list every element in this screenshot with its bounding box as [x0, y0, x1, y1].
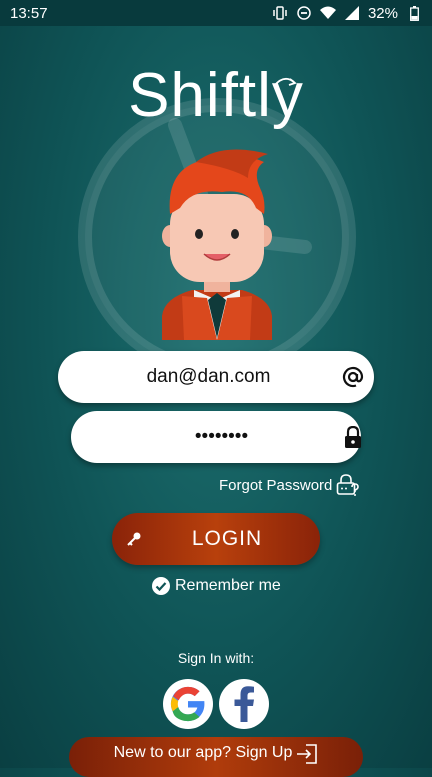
forgot-password-link[interactable]: Forgot Password [219, 473, 360, 497]
facebook-signin-button[interactable] [219, 679, 269, 729]
lock-question-icon [337, 474, 360, 496]
login-button[interactable]: LOGIN [112, 513, 320, 565]
remember-me-checkbox[interactable]: Remember me [152, 577, 281, 595]
at-sign-icon [331, 366, 374, 388]
sign-in-with-label: Sign In with: [177, 650, 255, 666]
status-time: 13:57 [10, 4, 48, 22]
battery-icon [406, 5, 422, 21]
avatar-illustration [162, 149, 272, 340]
check-circle-icon [152, 577, 170, 595]
password-field[interactable] [71, 411, 361, 463]
google-icon [170, 686, 205, 722]
logo-arrow-icon [273, 77, 297, 87]
email-field[interactable] [58, 351, 374, 403]
sign-up-label: New to our app? Sign Up [113, 744, 293, 761]
email-input[interactable] [58, 366, 331, 388]
facebook-icon [234, 686, 254, 722]
login-label: LOGIN [191, 527, 263, 550]
password-input[interactable] [71, 426, 344, 448]
do-not-disturb-icon [296, 5, 312, 21]
remember-me-label: Remember me [175, 577, 281, 594]
lock-icon [344, 426, 362, 448]
forgot-password-label: Forgot Password [219, 476, 333, 494]
sign-in-arrow-icon [297, 744, 318, 764]
battery-percent: 32% [367, 4, 398, 22]
google-signin-button[interactable] [163, 679, 213, 729]
status-icons: 32% [272, 5, 422, 22]
key-icon [112, 532, 156, 546]
vibrate-icon [272, 5, 288, 21]
wifi-icon [319, 5, 336, 21]
status-bar: 13:57 32% [0, 0, 432, 26]
signal-icon [344, 5, 360, 21]
sign-up-button[interactable]: New to our app? Sign Up [69, 737, 363, 777]
app-logo: Shiftly [128, 61, 304, 130]
